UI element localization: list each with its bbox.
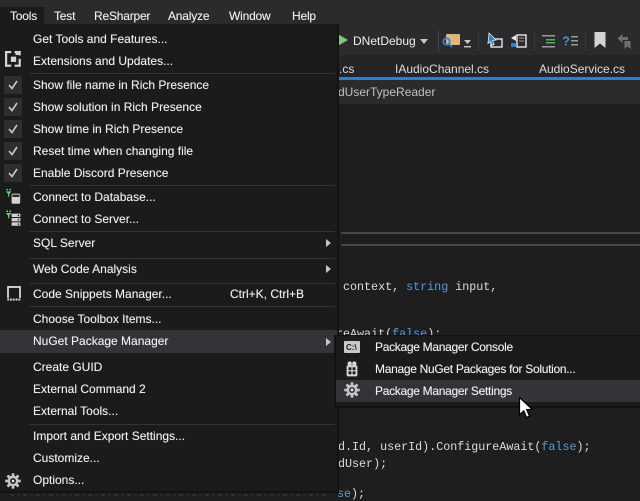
svg-text:C:\: C:\: [346, 343, 357, 352]
svg-text:?: ?: [563, 34, 570, 49]
